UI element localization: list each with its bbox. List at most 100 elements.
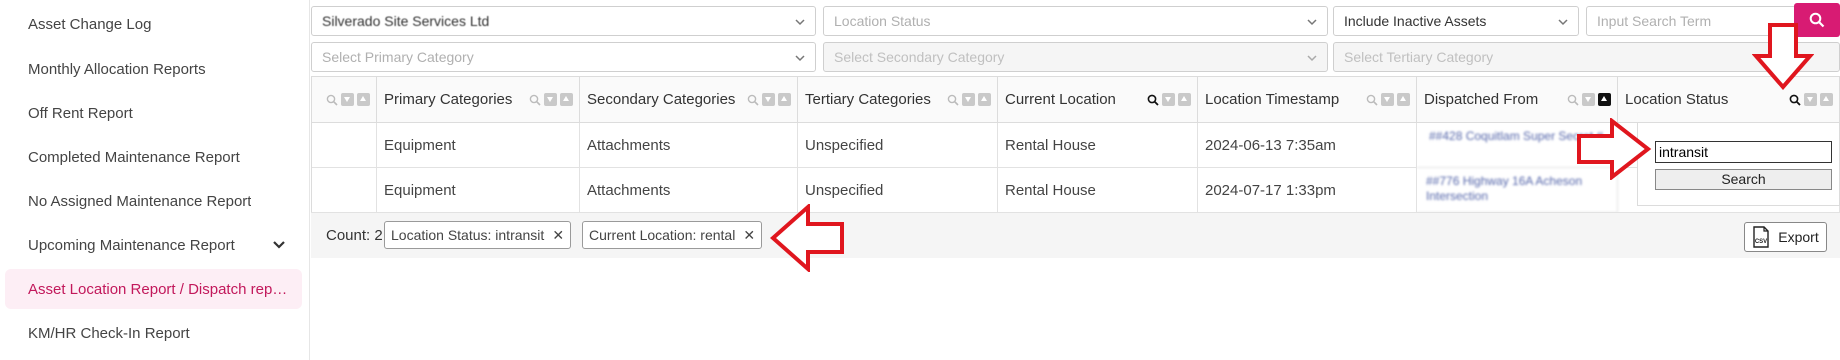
secondary-category-select[interactable]: Select Secondary Category	[823, 42, 1328, 72]
search-icon[interactable]	[1147, 94, 1159, 106]
sidebar-item-completed-maintenance[interactable]: Completed Maintenance Report	[5, 137, 302, 177]
search-icon[interactable]	[1789, 94, 1801, 106]
filter-chip-location-status[interactable]: Location Status: intransit ✕	[384, 221, 572, 249]
column-controls	[1789, 93, 1833, 106]
column-controls	[1366, 93, 1410, 106]
column-filter-search-button[interactable]: Search	[1655, 169, 1832, 190]
header-label: Secondary Categories	[587, 91, 736, 108]
sort-desc-icon[interactable]	[1381, 93, 1394, 106]
company-select[interactable]: Silverado Site Services Ltd	[311, 6, 816, 36]
sidebar-item-label: Asset Location Report / Dispatch repo...	[28, 280, 288, 298]
cell-primary: Equipment	[377, 123, 580, 168]
header-label: Location Status	[1625, 91, 1729, 108]
sidebar-item-no-assigned-maintenance[interactable]: No Assigned Maintenance Report	[5, 181, 302, 221]
sidebar-item-monthly-allocation[interactable]: Monthly Allocation Reports	[5, 49, 302, 89]
sidebar-item-upcoming-maintenance[interactable]: Upcoming Maintenance Report	[5, 225, 302, 265]
secondary-placeholder: Select Secondary Category	[834, 49, 1005, 65]
row-select-cell[interactable]	[312, 123, 377, 168]
search-icon[interactable]	[529, 94, 541, 106]
grid-footer: Count: 2 Location Status: intransit ✕ Cu…	[311, 212, 1840, 258]
sort-desc-icon[interactable]	[1804, 93, 1817, 106]
chevron-down-icon	[1307, 19, 1317, 26]
sidebar-item-label: Upcoming Maintenance Report	[28, 236, 235, 254]
sort-asc-icon[interactable]	[560, 93, 573, 106]
chevron-down-icon	[795, 55, 805, 62]
header-label: Current Location	[1005, 91, 1116, 108]
column-controls	[1147, 93, 1191, 106]
search-icon[interactable]	[1567, 94, 1579, 106]
sort-desc-icon[interactable]	[762, 93, 775, 106]
sort-asc-icon[interactable]	[357, 93, 370, 106]
search-icon[interactable]	[1366, 94, 1378, 106]
primary-placeholder: Select Primary Category	[322, 49, 474, 65]
header-label: Tertiary Categories	[805, 91, 931, 108]
chevron-down-icon[interactable]	[272, 238, 286, 252]
sort-asc-icon[interactable]	[1178, 93, 1191, 106]
cell-location: Rental House	[998, 123, 1198, 168]
sort-asc-icon[interactable]	[978, 93, 991, 106]
sort-asc-icon[interactable]	[1598, 93, 1611, 106]
header-dispatched-from[interactable]: Dispatched From	[1417, 77, 1618, 123]
filter-chip-current-location[interactable]: Current Location: rental ✕	[582, 221, 763, 249]
header-label: Dispatched From	[1424, 91, 1539, 108]
sidebar-item-label: Asset Change Log	[28, 15, 152, 33]
header-secondary-categories[interactable]: Secondary Categories	[580, 77, 798, 123]
row-select-cell[interactable]	[312, 168, 377, 213]
search-icon[interactable]	[947, 94, 959, 106]
header-current-location[interactable]: Current Location	[998, 77, 1198, 123]
column-controls	[529, 93, 573, 106]
annotation-arrow-right-icon	[1577, 118, 1652, 180]
cell-location: Rental House	[998, 168, 1198, 213]
sidebar-item-label: KM/HR Check-In Report	[28, 324, 190, 342]
cell-secondary: Attachments	[580, 123, 798, 168]
sort-desc-icon[interactable]	[1582, 93, 1595, 106]
cell-timestamp: 2024-07-17 1:33pm	[1198, 168, 1417, 213]
location-status-select[interactable]: Location Status	[823, 6, 1328, 36]
primary-category-select[interactable]: Select Primary Category	[311, 42, 816, 72]
sidebar-item-label: Monthly Allocation Reports	[28, 60, 206, 78]
chevron-down-icon	[1307, 55, 1317, 62]
inactive-assets-value: Include Inactive Assets	[1344, 13, 1487, 29]
export-label: Export	[1778, 229, 1819, 245]
sort-asc-icon[interactable]	[1820, 93, 1833, 106]
filter-chip-label: Location Status: intransit	[391, 227, 545, 243]
csv-label: CSV	[1755, 239, 1767, 245]
chevron-down-icon	[1558, 19, 1568, 26]
filter-chip-label: Current Location: rental	[589, 227, 736, 243]
header-primary-categories[interactable]: Primary Categories	[377, 77, 580, 123]
record-count: Count: 2	[326, 227, 383, 244]
inactive-assets-select[interactable]: Include Inactive Assets	[1333, 6, 1579, 36]
header-label: Location Timestamp	[1205, 91, 1340, 108]
column-controls	[947, 93, 991, 106]
sort-desc-icon[interactable]	[544, 93, 557, 106]
cell-timestamp: 2024-06-13 7:35am	[1198, 123, 1417, 168]
sort-asc-icon[interactable]	[1397, 93, 1410, 106]
close-icon[interactable]: ✕	[743, 227, 755, 244]
export-button[interactable]: CSV Export	[1744, 222, 1827, 252]
sidebar: Asset Change Log Monthly Allocation Repo…	[0, 0, 310, 360]
header-tertiary-categories[interactable]: Tertiary Categories	[798, 77, 998, 123]
search-placeholder: Input Search Term	[1597, 13, 1712, 29]
annotation-arrow-left-icon	[770, 204, 844, 272]
sidebar-item-asset-change-log[interactable]: Asset Change Log	[5, 4, 302, 44]
column-filter-input[interactable]	[1655, 141, 1832, 163]
search-icon[interactable]	[326, 94, 338, 106]
sidebar-item-kmhr-checkin[interactable]: KM/HR Check-In Report	[5, 313, 302, 353]
search-icon[interactable]	[747, 94, 759, 106]
sidebar-item-asset-location-report[interactable]: Asset Location Report / Dispatch repo...	[5, 269, 302, 309]
column-controls	[326, 93, 370, 106]
cell-tertiary: Unspecified	[798, 123, 998, 168]
close-icon[interactable]: ✕	[552, 227, 564, 244]
sort-asc-icon[interactable]	[778, 93, 791, 106]
sort-desc-icon[interactable]	[962, 93, 975, 106]
sidebar-item-off-rent[interactable]: Off Rent Report	[5, 93, 302, 133]
cell-primary: Equipment	[377, 168, 580, 213]
sidebar-item-label: No Assigned Maintenance Report	[28, 192, 252, 210]
sort-desc-icon[interactable]	[341, 93, 354, 106]
sort-desc-icon[interactable]	[1162, 93, 1175, 106]
header-select-column	[312, 77, 377, 123]
header-location-timestamp[interactable]: Location Timestamp	[1198, 77, 1417, 123]
annotation-arrow-down-icon	[1752, 23, 1814, 90]
column-filter-popup: Search	[1637, 122, 1840, 206]
header-label: Primary Categories	[384, 91, 513, 108]
